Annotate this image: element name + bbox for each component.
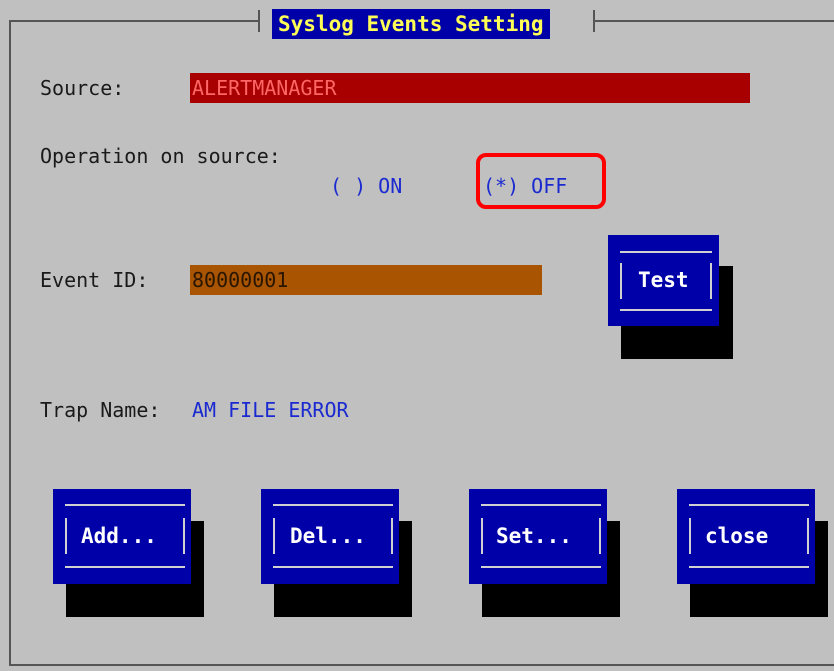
close-button-bar-left [689, 518, 691, 554]
event-id-field[interactable]: 80000001 [190, 265, 542, 295]
title-bracket-left [258, 10, 260, 32]
highlight-box [476, 153, 606, 209]
source-label: Source: [40, 76, 125, 100]
radio-on[interactable]: ( ) ON [330, 174, 402, 198]
operation-label: Operation on source: [40, 144, 281, 168]
source-field[interactable]: ALERTMANAGER [190, 73, 750, 103]
set-button-bar-right [599, 518, 601, 554]
dialog-title: Syslog Events Setting [272, 9, 550, 39]
close-button-bar-right [807, 518, 809, 554]
trap-name-label: Trap Name: [40, 398, 161, 422]
dialog-border-bottom [9, 664, 834, 666]
set-button-bar-left [481, 518, 483, 554]
dialog-border-top-right [594, 20, 834, 22]
test-button-bar-left [620, 263, 622, 299]
trap-name-value: AM FILE ERROR [192, 398, 349, 422]
delete-button-bar-right [391, 518, 393, 554]
add-button-bar-right [183, 518, 185, 554]
delete-button-bar-left [273, 518, 275, 554]
dialog-border-left [9, 20, 11, 665]
close-button-label: close [705, 524, 769, 548]
event-id-label: Event ID: [40, 268, 149, 292]
test-button-label: Test [638, 268, 689, 292]
delete-button-label: Del... [290, 524, 366, 548]
add-button-bar-left [65, 518, 67, 554]
dialog-border-top-left [9, 20, 259, 22]
add-button-label: Add... [81, 524, 157, 548]
test-button-bar-right [710, 263, 712, 299]
set-button-label: Set... [496, 524, 572, 548]
